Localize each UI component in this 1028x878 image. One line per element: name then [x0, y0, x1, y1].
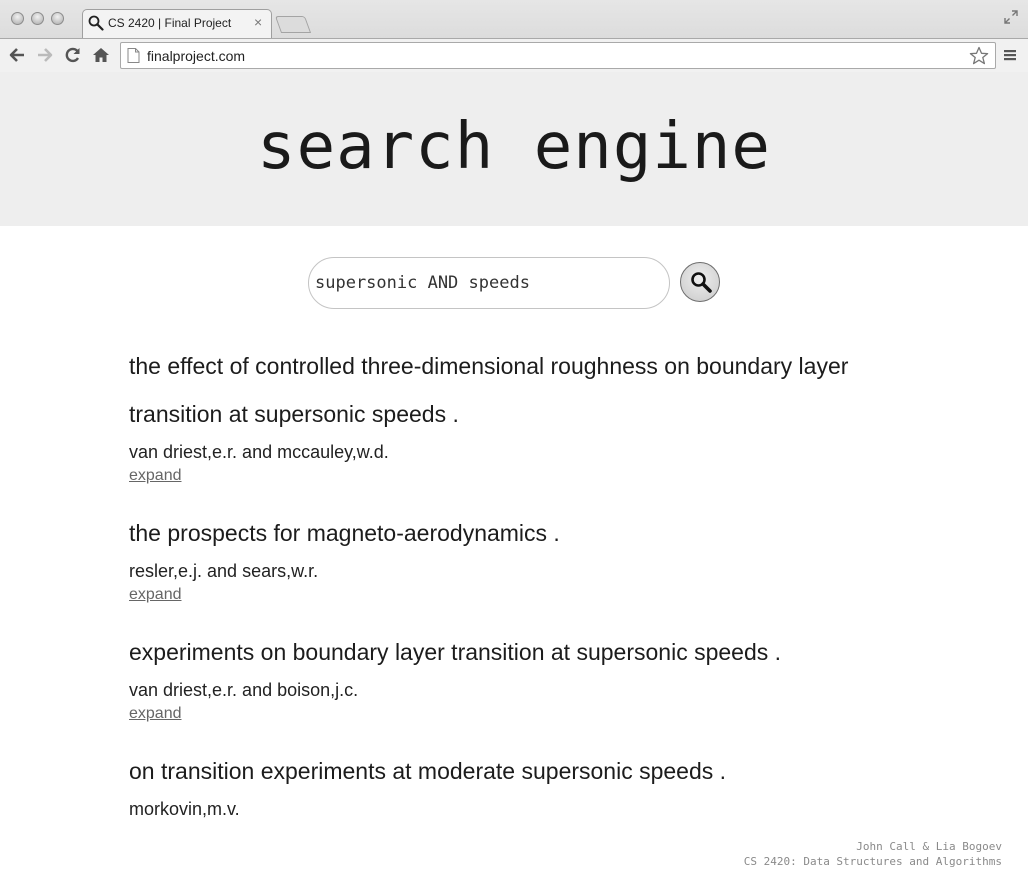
search-box: [308, 257, 670, 309]
result-title: on transition experiments at moderate su…: [129, 758, 727, 784]
page-header: search engine: [0, 72, 1028, 226]
page-icon: [127, 48, 140, 63]
result-title: the prospects for magneto-aerodynamics .: [129, 520, 560, 546]
expand-link[interactable]: expand: [129, 585, 182, 605]
result-item: on transition experiments at moderate su…: [129, 747, 889, 823]
zoom-window-button[interactable]: [51, 12, 64, 25]
search-button[interactable]: [680, 262, 720, 302]
footer-course: CS 2420: Data Structures and Algorithms: [743, 855, 1002, 868]
address-bar[interactable]: finalproject.com: [120, 42, 996, 69]
result-authors: morkovin,m.v.: [129, 799, 240, 819]
magnifier-icon: [691, 272, 712, 293]
results-list: the effect of controlled three-dimension…: [129, 342, 889, 846]
browser-toolbar: finalproject.com: [0, 38, 1028, 72]
close-window-button[interactable]: [11, 12, 24, 25]
back-arrow-icon[interactable]: [7, 45, 27, 65]
result-title: experiments on boundary layer transition…: [129, 639, 782, 665]
footer-authors: John Call & Lia Bogoev: [856, 840, 1002, 853]
expand-link[interactable]: expand: [129, 704, 182, 724]
tab-title: CS 2420 | Final Project: [108, 16, 232, 30]
result-item: experiments on boundary layer transition…: [129, 628, 889, 724]
active-tab-content: CS 2420 | Final Project ×: [86, 9, 268, 38]
result-authors: van driest,e.r. and mccauley,w.d.: [129, 442, 389, 462]
fullscreen-icon[interactable]: [1003, 9, 1019, 25]
search-favicon-icon: [88, 15, 104, 31]
forward-arrow-icon[interactable]: [35, 45, 55, 65]
new-tab-button[interactable]: [274, 16, 312, 33]
home-icon[interactable]: [91, 45, 111, 65]
tab-close-icon[interactable]: ×: [254, 14, 262, 30]
page-title: search engine: [257, 110, 771, 184]
browser-chrome: CS 2420 | Final Project × finalproject.c…: [0, 0, 1028, 72]
result-authors: van driest,e.r. and boison,j.c.: [129, 680, 359, 700]
menu-hamburger-icon[interactable]: [1002, 47, 1018, 63]
result-item: the prospects for magneto-aerodynamics .…: [129, 509, 889, 605]
url-text: finalproject.com: [147, 48, 246, 64]
result-item: the effect of controlled three-dimension…: [129, 342, 889, 486]
footer-credits: John Call & Lia Bogoev CS 2420: Data Str…: [744, 839, 1002, 869]
reload-icon[interactable]: [63, 45, 83, 65]
result-authors: resler,e.j. and sears,w.r.: [129, 561, 319, 581]
bookmark-star-icon[interactable]: [969, 46, 989, 66]
tab-strip: CS 2420 | Final Project ×: [0, 0, 1028, 38]
minimize-window-button[interactable]: [31, 12, 44, 25]
result-title: the effect of controlled three-dimension…: [129, 353, 849, 427]
expand-link[interactable]: expand: [129, 466, 182, 486]
search-input[interactable]: [315, 270, 655, 296]
